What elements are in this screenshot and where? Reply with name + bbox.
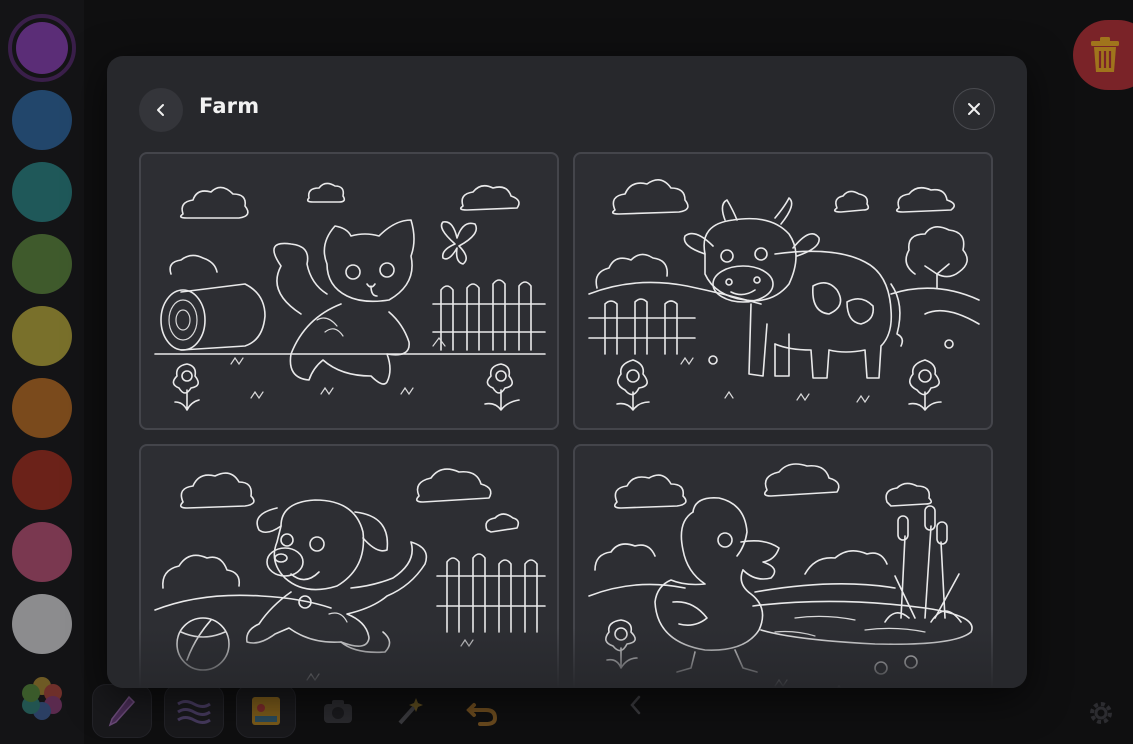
coloring-page-cow[interactable] [573,152,993,430]
close-button[interactable] [953,88,995,130]
coloring-pages-modal: Farm [107,56,1027,688]
duckling-drawing [588,463,973,688]
cow-drawing [588,179,980,411]
pen-tool-button[interactable] [92,684,152,738]
color-wheel-icon[interactable] [16,672,68,724]
pen-icon [108,695,136,727]
color-swatch-teal[interactable] [12,162,72,222]
coloring-page-puppy[interactable] [139,444,559,688]
back-button[interactable] [139,88,183,132]
brush-tool-button[interactable] [164,684,224,738]
clear-canvas-button[interactable] [1073,20,1133,90]
magic-wand-icon [398,698,423,725]
camera-tool-button[interactable] [308,684,368,738]
color-swatch-orange[interactable] [12,378,72,438]
sticker-tool-button[interactable] [236,684,296,738]
coloring-page-duckling[interactable] [573,444,993,688]
camera-icon [324,700,352,723]
color-palette [0,0,84,744]
modal-title: Farm [199,94,260,118]
color-swatch-red[interactable] [12,450,72,510]
color-swatch-gray[interactable] [12,594,72,654]
undo-icon [466,703,498,726]
color-swatch-purple[interactable] [8,14,76,82]
color-swatch-blue[interactable] [12,90,72,150]
coloring-page-kitten[interactable] [139,152,559,430]
chevron-left-icon[interactable] [628,694,642,716]
settings-gear-icon[interactable] [1086,698,1116,728]
color-swatch-yellow[interactable] [12,306,72,366]
undo-tool-button[interactable] [452,684,512,738]
magic-tool-button[interactable] [380,684,440,738]
chevron-left-icon [157,104,164,116]
sticker-icon [252,697,280,725]
color-swatch-pink[interactable] [12,522,72,582]
close-icon [968,103,980,115]
color-swatch-green[interactable] [12,234,72,294]
brush-icon [177,700,211,724]
trash-icon [1091,37,1119,72]
puppy-drawing [154,468,546,688]
kitten-drawing [154,182,546,411]
